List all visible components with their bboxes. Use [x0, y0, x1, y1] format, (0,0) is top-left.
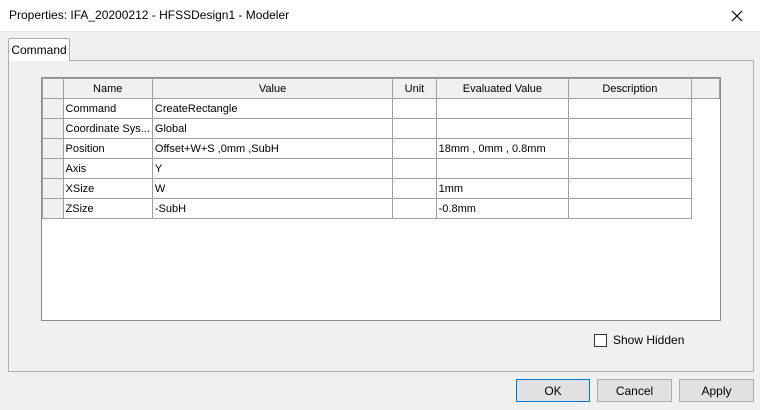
- table-header-row: Name Value Unit Evaluated Value Descript…: [42, 78, 720, 99]
- table-row[interactable]: XSize W 1mm: [42, 178, 720, 199]
- cell-filler: [691, 198, 720, 219]
- cell-evaluated: -0.8mm: [435, 198, 570, 219]
- cell-unit[interactable]: [392, 118, 437, 139]
- cell-evaluated: [435, 98, 570, 119]
- apply-button[interactable]: Apply: [679, 379, 754, 402]
- cell-filler: [691, 158, 720, 179]
- row-header[interactable]: [42, 158, 64, 179]
- cell-description[interactable]: [568, 138, 692, 159]
- apply-button-label: Apply: [701, 383, 732, 398]
- cell-evaluated: [435, 118, 570, 139]
- cancel-button[interactable]: Cancel: [597, 379, 672, 402]
- cell-evaluated: 18mm , 0mm , 0.8mm: [435, 138, 570, 159]
- cell-name: ZSize: [62, 198, 153, 219]
- cell-value[interactable]: -SubH: [151, 198, 394, 219]
- cell-value[interactable]: W: [151, 178, 394, 199]
- row-header[interactable]: [42, 98, 64, 119]
- cell-filler: [691, 178, 720, 199]
- window-title: Properties: IFA_20200212 - HFSSDesign1 -…: [9, 8, 290, 22]
- close-button[interactable]: [714, 0, 760, 31]
- cell-description[interactable]: [568, 98, 692, 119]
- row-header[interactable]: [42, 178, 64, 199]
- cell-name: Command: [62, 98, 153, 119]
- cell-value[interactable]: Global: [151, 118, 394, 139]
- cell-name: Axis: [62, 158, 153, 179]
- cell-name: XSize: [62, 178, 153, 199]
- table-row[interactable]: Command CreateRectangle: [42, 98, 720, 119]
- cell-filler: [691, 138, 720, 159]
- show-hidden-checkbox[interactable]: [594, 333, 607, 347]
- row-header[interactable]: [42, 138, 64, 159]
- corner-header: [42, 78, 64, 99]
- cell-evaluated: [435, 158, 570, 179]
- column-header-unit[interactable]: Unit: [392, 78, 437, 99]
- cell-value[interactable]: Offset+W+S ,0mm ,SubH: [151, 138, 394, 159]
- table-row[interactable]: Coordinate Sys... Global: [42, 118, 720, 139]
- cell-description[interactable]: [568, 158, 692, 179]
- table-row[interactable]: ZSize -SubH -0.8mm: [42, 198, 720, 219]
- properties-table: Name Value Unit Evaluated Value Descript…: [42, 78, 720, 219]
- tab-command[interactable]: Command: [8, 38, 70, 61]
- cancel-button-label: Cancel: [615, 383, 654, 398]
- row-header[interactable]: [42, 118, 64, 139]
- cell-value[interactable]: Y: [151, 158, 394, 179]
- cell-description[interactable]: [568, 178, 692, 199]
- column-header-value[interactable]: Value: [151, 78, 394, 99]
- cell-name: Coordinate Sys...: [62, 118, 153, 139]
- cell-evaluated: 1mm: [435, 178, 570, 199]
- cell-unit[interactable]: [392, 138, 437, 159]
- cell-filler: [691, 118, 720, 139]
- cell-name: Position: [62, 138, 153, 159]
- column-header-name[interactable]: Name: [62, 78, 153, 99]
- ok-button[interactable]: OK: [516, 379, 590, 402]
- column-header-description[interactable]: Description: [568, 78, 692, 99]
- cell-description[interactable]: [568, 198, 692, 219]
- cell-description[interactable]: [568, 118, 692, 139]
- cell-value[interactable]: CreateRectangle: [151, 98, 394, 119]
- ok-button-label: OK: [544, 383, 562, 398]
- tab-panel: Name Value Unit Evaluated Value Descript…: [8, 60, 754, 372]
- column-header-evaluated-value[interactable]: Evaluated Value: [435, 78, 570, 99]
- cell-filler: [691, 98, 720, 119]
- row-header[interactable]: [42, 198, 64, 219]
- table-row[interactable]: Axis Y: [42, 158, 720, 179]
- cell-unit[interactable]: [392, 98, 437, 119]
- close-icon: [731, 10, 743, 21]
- show-hidden-option[interactable]: Show Hidden: [594, 333, 684, 347]
- cell-unit[interactable]: [392, 158, 437, 179]
- table-row[interactable]: Position Offset+W+S ,0mm ,SubH 18mm , 0m…: [42, 138, 720, 159]
- properties-grid: Name Value Unit Evaluated Value Descript…: [41, 77, 721, 321]
- column-header-filler: [690, 78, 720, 99]
- tab-command-label: Command: [11, 43, 67, 57]
- title-bar: Properties: IFA_20200212 - HFSSDesign1 -…: [0, 0, 760, 32]
- show-hidden-label: Show Hidden: [613, 333, 685, 347]
- cell-unit[interactable]: [392, 198, 437, 219]
- cell-unit[interactable]: [392, 178, 437, 199]
